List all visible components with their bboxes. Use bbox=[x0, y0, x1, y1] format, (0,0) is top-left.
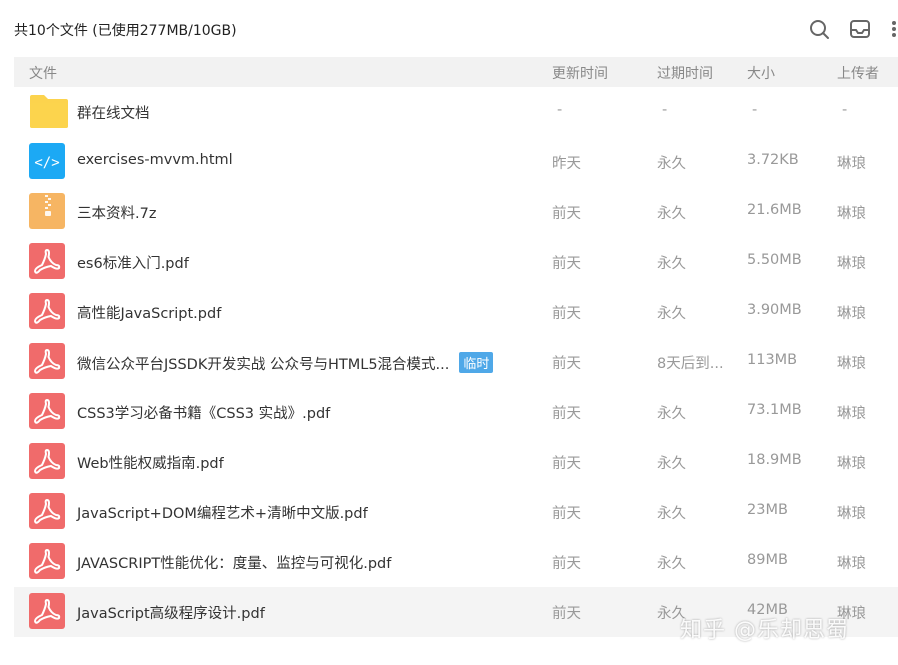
file-size: 73.1MB bbox=[747, 402, 802, 418]
pdf-file-icon bbox=[29, 443, 67, 479]
file-size: 5.50MB bbox=[747, 252, 802, 268]
file-row[interactable]: CSS3学习必备书籍《CSS3 实战》.pdf 前天 永久 73.1MB 琳琅 bbox=[14, 387, 898, 437]
file-row[interactable]: Web性能权威指南.pdf 前天 永久 18.9MB 琳琅 bbox=[14, 437, 898, 487]
folder-row[interactable]: 群在线文档 - - - - bbox=[14, 87, 898, 137]
file-updated: 前天 bbox=[552, 356, 581, 372]
pdf-file-icon bbox=[29, 543, 67, 579]
file-name-text: JavaScript+DOM编程艺术+清晰中文版.pdf bbox=[77, 506, 368, 522]
file-expires: 永久 bbox=[657, 506, 686, 522]
file-expires: 8天后到... bbox=[657, 356, 724, 372]
file-name-text: exercises-mvvm.html bbox=[77, 152, 233, 168]
file-size: 23MB bbox=[747, 502, 788, 518]
inbox-icon[interactable] bbox=[849, 18, 871, 40]
file-name-text: CSS3学习必备书籍《CSS3 实战》.pdf bbox=[77, 406, 331, 422]
more-icon[interactable] bbox=[886, 18, 898, 40]
file-updated: 前天 bbox=[552, 406, 581, 422]
file-name-text: 三本资料.7z bbox=[77, 206, 157, 222]
column-size[interactable]: 大小 bbox=[747, 63, 775, 83]
file-uploader: 琳琅 bbox=[837, 306, 866, 322]
file-expires: 永久 bbox=[657, 256, 686, 272]
file-expires: 永久 bbox=[657, 406, 686, 422]
file-name-text: 高性能JavaScript.pdf bbox=[77, 306, 222, 322]
file-name[interactable]: JAVASCRIPT性能优化：度量、监控与可视化.pdf bbox=[77, 552, 391, 573]
file-size: 21.6MB bbox=[747, 202, 802, 218]
file-size: 113MB bbox=[747, 352, 798, 368]
file-size: 3.90MB bbox=[747, 302, 802, 318]
file-name-text: es6标准入门.pdf bbox=[77, 256, 189, 272]
file-table-header: 文件 更新时间 过期时间 大小 上传者 bbox=[14, 57, 898, 87]
file-name-text: JAVASCRIPT性能优化：度量、监控与可视化.pdf bbox=[77, 556, 392, 572]
file-size: 3.72KB bbox=[747, 152, 799, 168]
file-list: 群在线文档 - - - - </> exercises-mvvm.html 昨天… bbox=[14, 87, 898, 637]
file-expires: - bbox=[662, 102, 668, 118]
file-uploader: 琳琅 bbox=[837, 156, 866, 172]
file-name[interactable]: JavaScript+DOM编程艺术+清晰中文版.pdf bbox=[77, 502, 368, 523]
file-expires: 永久 bbox=[657, 306, 686, 322]
file-size: 89MB bbox=[747, 552, 788, 568]
pdf-file-icon bbox=[29, 593, 67, 629]
file-updated: 前天 bbox=[552, 306, 581, 322]
file-updated: - bbox=[557, 102, 563, 118]
file-name[interactable]: Web性能权威指南.pdf bbox=[77, 452, 224, 473]
column-name[interactable]: 文件 bbox=[29, 63, 57, 83]
file-row[interactable]: JavaScript+DOM编程艺术+清晰中文版.pdf 前天 永久 23MB … bbox=[14, 487, 898, 537]
file-name[interactable]: CSS3学习必备书籍《CSS3 实战》.pdf bbox=[77, 402, 330, 423]
file-updated: 前天 bbox=[552, 256, 581, 272]
file-uploader: 琳琅 bbox=[837, 506, 866, 522]
pdf-file-icon bbox=[29, 243, 67, 279]
file-row[interactable]: JAVASCRIPT性能优化：度量、监控与可视化.pdf 前天 永久 89MB … bbox=[14, 537, 898, 587]
column-uploader[interactable]: 上传者 bbox=[837, 63, 879, 83]
zip-file-icon bbox=[29, 193, 67, 229]
file-uploader: 琳琅 bbox=[837, 206, 866, 222]
file-expires: 永久 bbox=[657, 156, 686, 172]
file-row[interactable]: </> exercises-mvvm.html 昨天 永久 3.72KB 琳琅 bbox=[14, 137, 898, 187]
file-name[interactable]: es6标准入门.pdf bbox=[77, 252, 189, 273]
column-expires[interactable]: 过期时间 bbox=[657, 63, 713, 83]
file-name[interactable]: 高性能JavaScript.pdf bbox=[77, 302, 221, 323]
file-uploader: 琳琅 bbox=[837, 456, 866, 472]
pdf-file-icon bbox=[29, 393, 67, 429]
file-name[interactable]: exercises-mvvm.html bbox=[77, 152, 233, 168]
file-size: 18.9MB bbox=[747, 452, 802, 468]
file-name-text: 微信公众平台JSSDK开发实战 公众号与HTML5混合模式... bbox=[77, 357, 450, 373]
column-updated[interactable]: 更新时间 bbox=[552, 63, 608, 83]
file-uploader: 琳琅 bbox=[837, 356, 866, 372]
file-row[interactable]: es6标准入门.pdf 前天 永久 5.50MB 琳琅 bbox=[14, 237, 898, 287]
file-updated: 前天 bbox=[552, 606, 581, 622]
file-name[interactable]: 三本资料.7z bbox=[77, 202, 156, 223]
file-size: - bbox=[752, 102, 758, 118]
pdf-file-icon bbox=[29, 293, 67, 329]
file-expires: 永久 bbox=[657, 456, 686, 472]
file-uploader: 琳琅 bbox=[837, 556, 866, 572]
file-name[interactable]: 群在线文档 bbox=[77, 102, 150, 123]
search-icon[interactable] bbox=[808, 18, 830, 40]
file-name[interactable]: JavaScript高级程序设计.pdf bbox=[77, 602, 265, 623]
svg-text:</>: </> bbox=[34, 155, 59, 171]
file-updated: 前天 bbox=[552, 556, 581, 572]
html-file-icon: </> bbox=[29, 143, 67, 179]
file-expires: 永久 bbox=[657, 556, 686, 572]
top-bar: 共10个文件 (已使用277MB/10GB) bbox=[0, 0, 898, 56]
file-row[interactable]: 微信公众平台JSSDK开发实战 公众号与HTML5混合模式... 临时 前天 8天… bbox=[14, 337, 898, 387]
file-expires: 永久 bbox=[657, 206, 686, 222]
file-uploader: 琳琅 bbox=[837, 406, 866, 422]
folder-icon bbox=[29, 93, 68, 129]
file-uploader: - bbox=[842, 102, 848, 118]
file-uploader: 琳琅 bbox=[837, 256, 866, 272]
pdf-file-icon bbox=[29, 493, 67, 529]
temporary-tag: 临时 bbox=[459, 352, 494, 373]
file-updated: 昨天 bbox=[552, 156, 581, 172]
file-row[interactable]: 三本资料.7z 前天 永久 21.6MB 琳琅 bbox=[14, 187, 898, 237]
pdf-file-icon bbox=[29, 343, 67, 379]
file-row[interactable]: 高性能JavaScript.pdf 前天 永久 3.90MB 琳琅 bbox=[14, 287, 898, 337]
file-name-text: Web性能权威指南.pdf bbox=[77, 456, 224, 472]
file-name-text: 群在线文档 bbox=[77, 106, 150, 122]
file-updated: 前天 bbox=[552, 456, 581, 472]
file-name-text: JavaScript高级程序设计.pdf bbox=[77, 606, 265, 622]
file-updated: 前天 bbox=[552, 206, 581, 222]
file-updated: 前天 bbox=[552, 506, 581, 522]
storage-summary: 共10个文件 (已使用277MB/10GB) bbox=[14, 23, 237, 39]
file-name[interactable]: 微信公众平台JSSDK开发实战 公众号与HTML5混合模式... 临时 bbox=[77, 352, 494, 374]
watermark: 知乎 @乐却思蜀 bbox=[680, 618, 849, 643]
